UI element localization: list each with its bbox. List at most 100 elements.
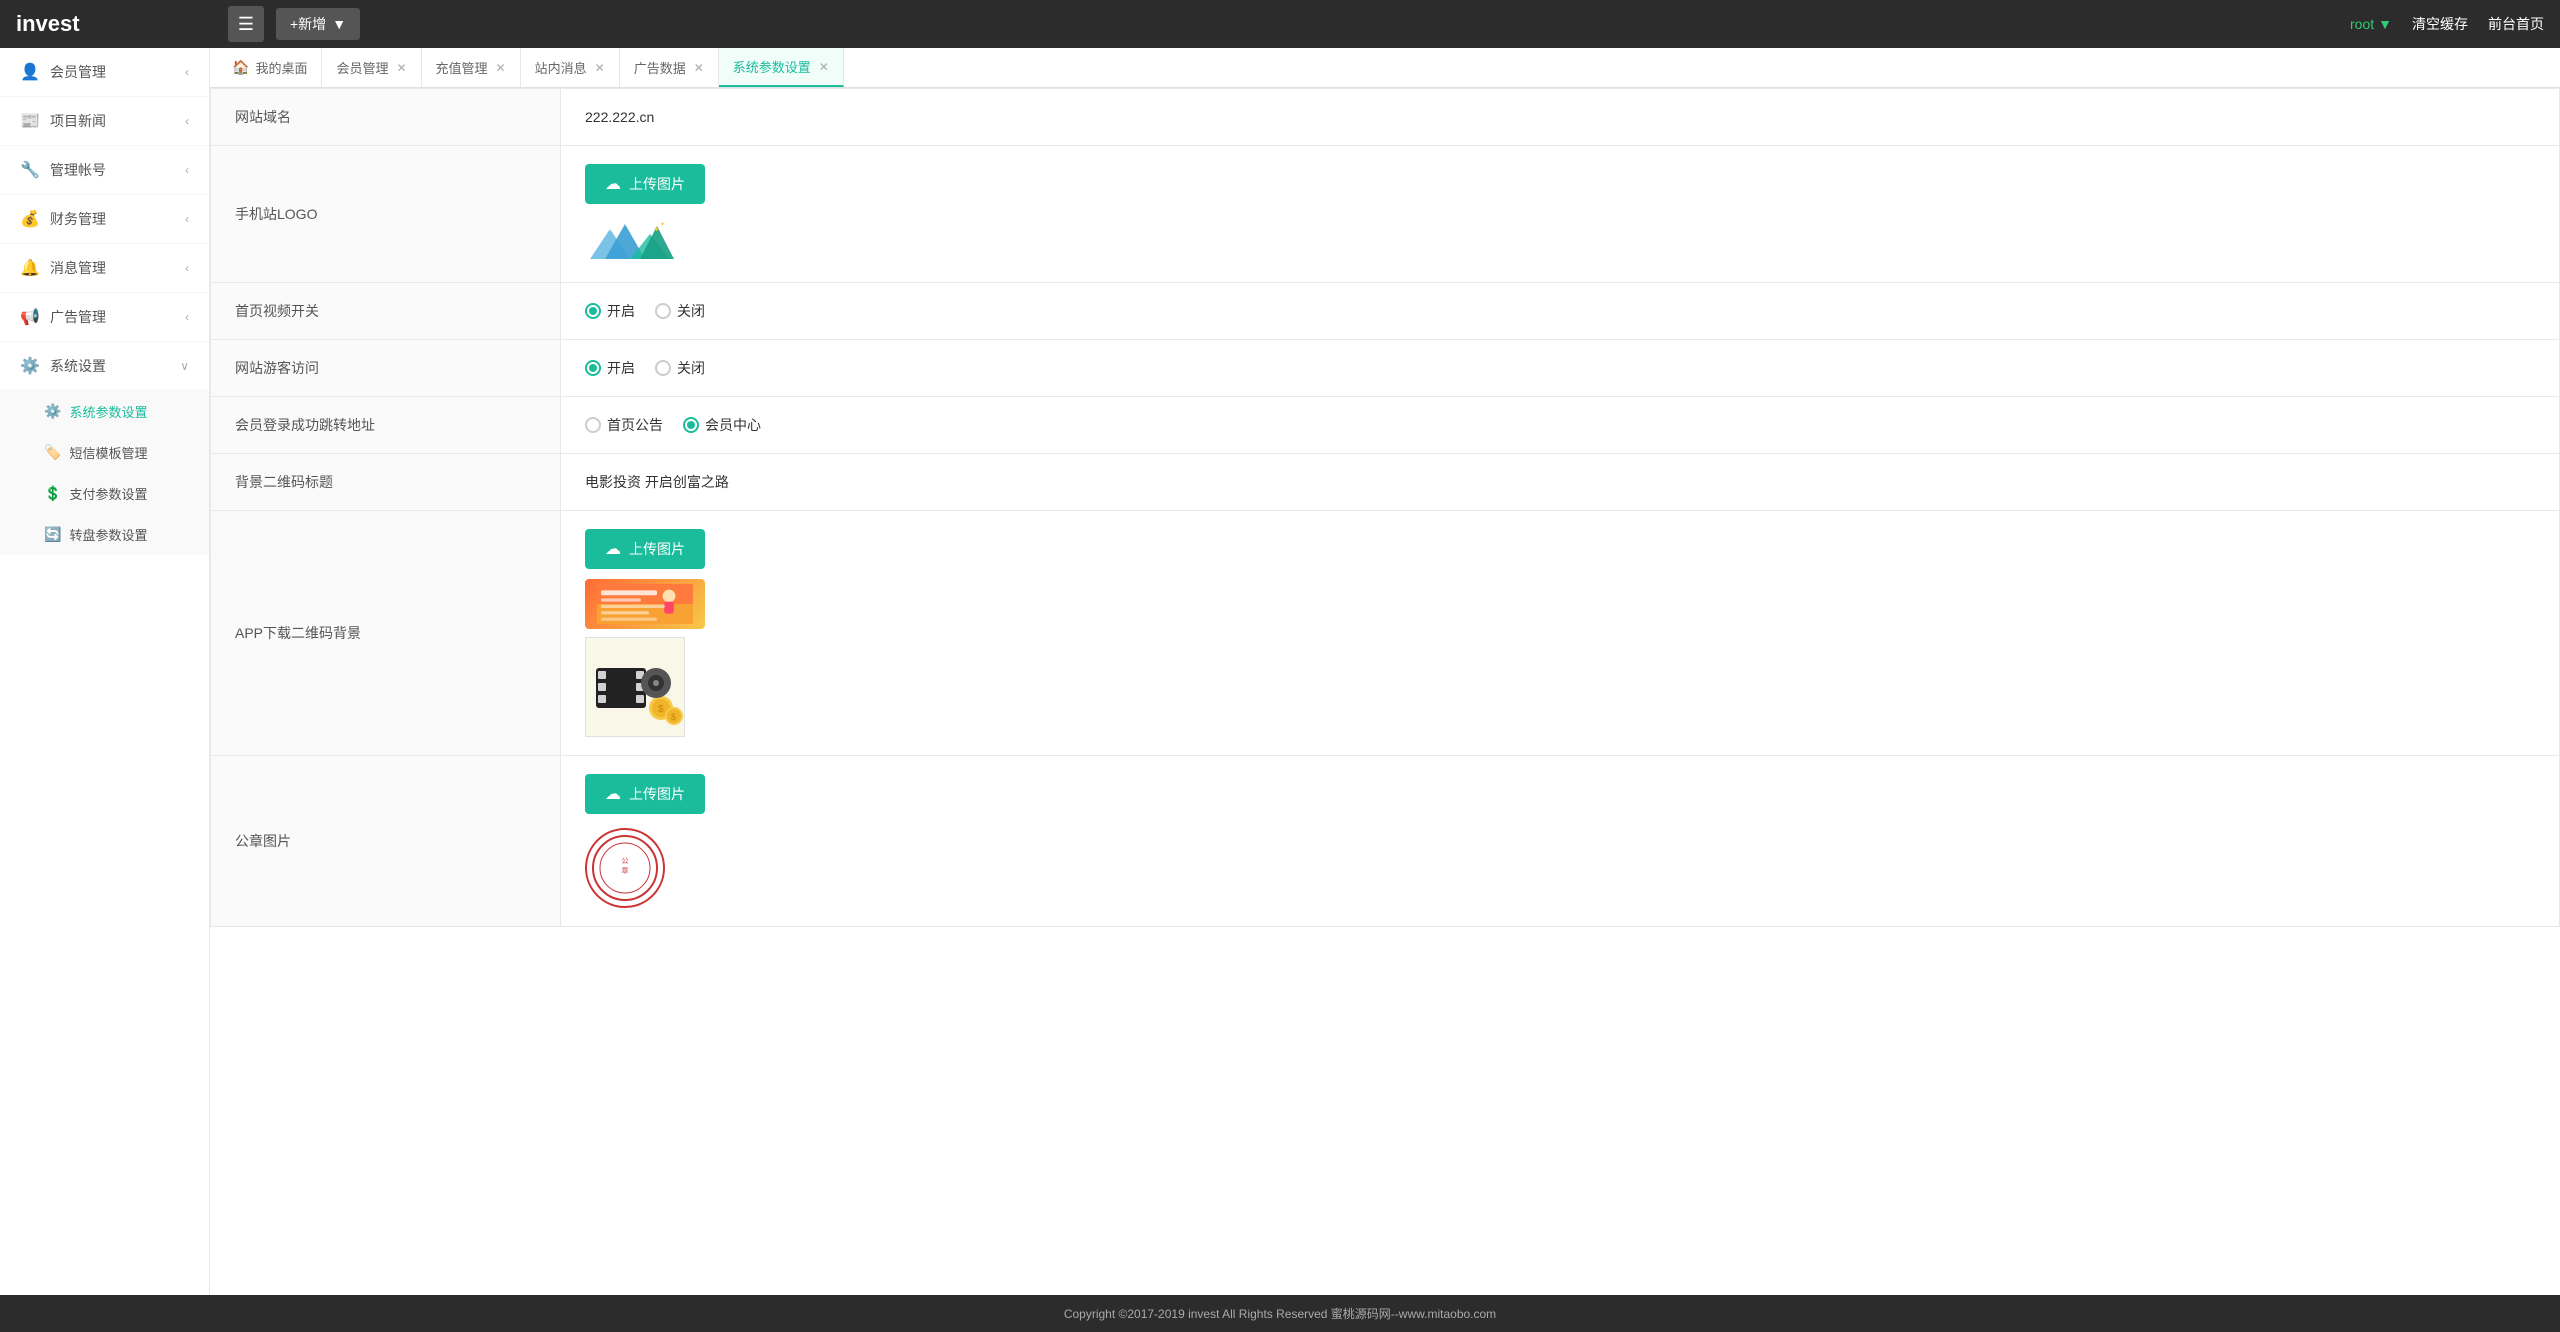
domain-value: 222.222.cn [585, 109, 654, 125]
clear-cache-button[interactable]: 清空缓存 [2412, 14, 2468, 34]
value-domain: 222.222.cn [561, 89, 2560, 146]
member-arrow-icon: ‹ [185, 65, 189, 79]
topbar-user[interactable]: root ▼ [2350, 16, 2392, 32]
guest-radio-off-circle [655, 360, 671, 376]
member-icon: 👤 [20, 62, 40, 82]
logo-preview: ✦ ✦ [585, 214, 2535, 264]
upload-seal-cloud-icon: ☁ [605, 784, 621, 804]
finance-icon: 💰 [20, 209, 40, 229]
seal-image-preview: 公 章 [585, 828, 665, 908]
home-icon: 🏠 [232, 59, 249, 76]
app-download-preview: $ $ [585, 637, 685, 737]
svg-text:$: $ [671, 712, 676, 722]
upload-cloud-icon: ☁ [605, 174, 621, 194]
sidebar-item-project-news[interactable]: 📰 项目新闻 ‹ [0, 97, 209, 146]
frontend-home-button[interactable]: 前台首页 [2488, 14, 2544, 34]
payment-params-icon: 💲 [44, 485, 61, 502]
sidebar-item-ad[interactable]: 📢 广告管理 ‹ [0, 293, 209, 342]
tab-site-msg-close[interactable]: ✕ [595, 61, 605, 75]
ad-arrow-icon: ‹ [185, 310, 189, 324]
value-home-video: 开启 关闭 [561, 283, 2560, 340]
upload-logo-button[interactable]: ☁ 上传图片 [585, 164, 705, 204]
radio-on-circle [585, 303, 601, 319]
home-video-radio-group: 开启 关闭 [585, 301, 2535, 321]
logo-image: ✦ ✦ [585, 214, 675, 264]
upload-seal-button[interactable]: ☁ 上传图片 [585, 774, 705, 814]
invite-banner-preview [585, 579, 2535, 629]
sidebar-subitem-sms-template[interactable]: 🏷️ 短信模板管理 [0, 432, 209, 473]
sidebar-item-manage-account[interactable]: 🔧 管理帐号 ‹ [0, 146, 209, 195]
tab-ad-data[interactable]: 广告数据 ✕ [620, 48, 719, 87]
sidebar-item-finance[interactable]: 💰 财务管理 ‹ [0, 195, 209, 244]
table-row-mobile-logo: 手机站LOGO ☁ 上传图片 [211, 146, 2560, 283]
label-mobile-logo: 手机站LOGO [211, 146, 561, 283]
upload-app-cloud-icon: ☁ [605, 539, 621, 559]
user-dropdown-icon: ▼ [2378, 16, 2392, 32]
sidebar-subitem-payment-params[interactable]: 💲 支付参数设置 [0, 473, 209, 514]
table-row-bg-qr-title: 背景二维码标题 电影投资 开启创富之路 [211, 454, 2560, 511]
svg-text:章: 章 [622, 866, 629, 875]
tab-system-params[interactable]: 系统参数设置 ✕ [719, 48, 844, 87]
project-news-arrow-icon: ‹ [185, 114, 189, 128]
tab-member[interactable]: 会员管理 ✕ [322, 48, 421, 87]
tab-recharge-close[interactable]: ✕ [496, 61, 506, 75]
value-login-redirect: 首页公告 会员中心 [561, 397, 2560, 454]
guest-visit-radio-group: 开启 关闭 [585, 358, 2535, 378]
label-bg-qr-title: 背景二维码标题 [211, 454, 561, 511]
svg-text:✦: ✦ [660, 221, 665, 228]
message-arrow-icon: ‹ [185, 261, 189, 275]
seal-svg: 公 章 [590, 833, 660, 903]
project-news-icon: 📰 [20, 111, 40, 131]
turntable-params-icon: 🔄 [44, 526, 61, 543]
svg-text:$: $ [658, 704, 664, 715]
sidebar-item-message[interactable]: 🔔 消息管理 ‹ [0, 244, 209, 293]
menu-toggle-button[interactable]: ☰ [228, 6, 264, 42]
table-row-guest-visit: 网站游客访问 开启 关闭 [211, 340, 2560, 397]
tab-home[interactable]: 🏠 我的桌面 [218, 48, 322, 87]
topbar-right: root ▼ 清空缓存 前台首页 [2350, 14, 2544, 34]
home-video-on[interactable]: 开启 [585, 301, 635, 321]
label-home-video: 首页视频开关 [211, 283, 561, 340]
tab-recharge[interactable]: 充值管理 ✕ [422, 48, 521, 87]
sidebar-item-system[interactable]: ⚙️ 系统设置 ∨ [0, 342, 209, 391]
sidebar-subitem-system-params[interactable]: ⚙️ 系统参数设置 [0, 391, 209, 432]
tab-member-close[interactable]: ✕ [396, 61, 406, 75]
content-area: 🏠 我的桌面 会员管理 ✕ 充值管理 ✕ 站内消息 ✕ 广告数据 ✕ 系统参数设… [210, 48, 2560, 1295]
bg-qr-title-value: 电影投资 开启创富之路 [585, 474, 729, 490]
app-download-preview-svg: $ $ [586, 638, 685, 737]
value-mobile-logo: ☁ 上传图片 [561, 146, 2560, 283]
redirect-notice-circle [585, 417, 601, 433]
label-domain: 网站域名 [211, 89, 561, 146]
sidebar-item-member[interactable]: 👤 会员管理 ‹ [0, 48, 209, 97]
guest-visit-off[interactable]: 关闭 [655, 358, 705, 378]
system-icon: ⚙️ [20, 356, 40, 376]
tab-ad-data-close[interactable]: ✕ [694, 61, 704, 75]
topbar: invest ☰ +新增 ▼ root ▼ 清空缓存 前台首页 [0, 0, 2560, 48]
main-layout: 👤 会员管理 ‹ 📰 项目新闻 ‹ 🔧 管理帐号 ‹ 💰 财务管理 ‹ 🔔 消息… [0, 48, 2560, 1295]
footer: Copyright ©2017-2019 invest All Rights R… [0, 1295, 2560, 1332]
tab-site-msg[interactable]: 站内消息 ✕ [521, 48, 620, 87]
guest-visit-on[interactable]: 开启 [585, 358, 635, 378]
invite-banner-image [585, 579, 705, 629]
topbar-logo: invest [16, 11, 216, 37]
upload-app-qr-bg-button[interactable]: ☁ 上传图片 [585, 529, 705, 569]
dropdown-arrow-icon: ▼ [332, 16, 346, 32]
home-video-off[interactable]: 关闭 [655, 301, 705, 321]
tabbar: 🏠 我的桌面 会员管理 ✕ 充值管理 ✕ 站内消息 ✕ 广告数据 ✕ 系统参数设… [210, 48, 2560, 88]
manage-account-arrow-icon: ‹ [185, 163, 189, 177]
label-seal-image: 公章图片 [211, 756, 561, 927]
tab-system-params-close[interactable]: ✕ [819, 60, 829, 74]
invite-banner-svg [597, 579, 693, 629]
label-guest-visit: 网站游客访问 [211, 340, 561, 397]
redirect-notice[interactable]: 首页公告 [585, 415, 663, 435]
redirect-center[interactable]: 会员中心 [683, 415, 761, 435]
value-bg-qr-title: 电影投资 开启创富之路 [561, 454, 2560, 511]
sidebar: 👤 会员管理 ‹ 📰 项目新闻 ‹ 🔧 管理帐号 ‹ 💰 财务管理 ‹ 🔔 消息… [0, 48, 210, 1295]
system-params-icon: ⚙️ [44, 403, 61, 420]
new-add-button[interactable]: +新增 ▼ [276, 8, 360, 40]
sidebar-subitem-turntable-params[interactable]: 🔄 转盘参数设置 [0, 514, 209, 555]
table-row-seal-image: 公章图片 ☁ 上传图片 [211, 756, 2560, 927]
page-content: 网站域名 222.222.cn 手机站LOGO ☁ 上传图片 [210, 88, 2560, 1295]
table-row-home-video: 首页视频开关 开启 关闭 [211, 283, 2560, 340]
system-submenu: ⚙️ 系统参数设置 🏷️ 短信模板管理 💲 支付参数设置 🔄 转盘参数设置 [0, 391, 209, 555]
